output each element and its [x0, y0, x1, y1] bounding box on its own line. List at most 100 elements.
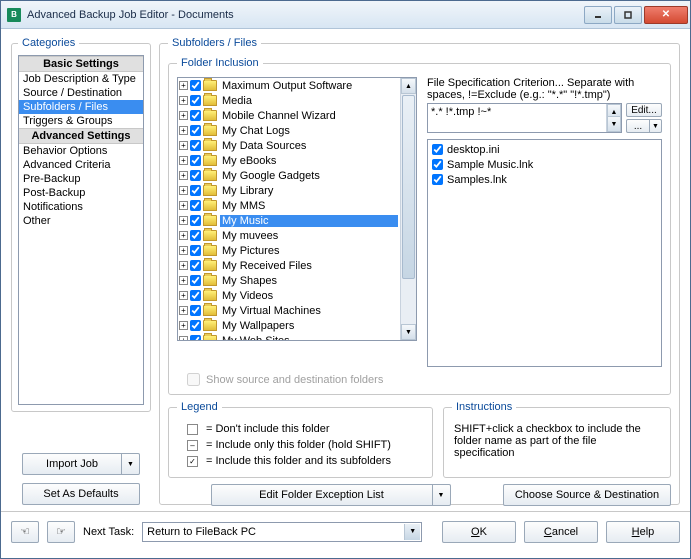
folder-checkbox[interactable]: [190, 245, 201, 256]
tree-row[interactable]: +My Data Sources: [178, 138, 400, 153]
file-checkbox[interactable]: [432, 144, 443, 155]
prev-task-button[interactable]: ☜: [11, 521, 39, 543]
tree-row[interactable]: +My Chat Logs: [178, 123, 400, 138]
titlebar[interactable]: B Advanced Backup Job Editor - Documents…: [1, 1, 690, 29]
tree-row[interactable]: +My Web Sites: [178, 333, 400, 340]
cat-job-description[interactable]: Job Description & Type: [19, 72, 143, 86]
expand-icon[interactable]: +: [179, 231, 188, 240]
folder-checkbox[interactable]: [190, 155, 201, 166]
tree-row[interactable]: +My Shapes: [178, 273, 400, 288]
next-task-select[interactable]: Return to FileBack PC ▼: [142, 522, 422, 542]
cat-triggers-groups[interactable]: Triggers & Groups: [19, 114, 143, 128]
more-criteria-dropdown[interactable]: ▼: [650, 119, 662, 133]
folder-checkbox[interactable]: [190, 320, 201, 331]
expand-icon[interactable]: +: [179, 111, 188, 120]
cat-post-backup[interactable]: Post-Backup: [19, 186, 143, 200]
expand-icon[interactable]: +: [179, 306, 188, 315]
cat-behavior-options[interactable]: Behavior Options: [19, 144, 143, 158]
expand-icon[interactable]: +: [179, 96, 188, 105]
expand-icon[interactable]: +: [179, 186, 188, 195]
tree-row[interactable]: +My Wallpapers: [178, 318, 400, 333]
folder-checkbox[interactable]: [190, 110, 201, 121]
scroll-up-icon[interactable]: ▲: [401, 78, 416, 94]
maximize-button[interactable]: [614, 6, 642, 24]
folder-checkbox[interactable]: [190, 335, 201, 340]
next-task-button[interactable]: ☞: [47, 521, 75, 543]
folder-label: Media: [220, 95, 254, 107]
tree-row[interactable]: +My MMS: [178, 198, 400, 213]
folder-checkbox[interactable]: [190, 200, 201, 211]
folder-checkbox[interactable]: [190, 275, 201, 286]
tree-row[interactable]: +My Received Files: [178, 258, 400, 273]
expand-icon[interactable]: +: [179, 336, 188, 340]
expand-icon[interactable]: +: [179, 141, 188, 150]
choose-source-dest-button[interactable]: Choose Source & Destination: [503, 484, 671, 506]
folder-checkbox[interactable]: [190, 140, 201, 151]
folder-checkbox[interactable]: [190, 95, 201, 106]
expand-icon[interactable]: +: [179, 321, 188, 330]
tree-row[interactable]: +My Virtual Machines: [178, 303, 400, 318]
tree-row[interactable]: + Media: [178, 93, 400, 108]
cancel-button[interactable]: Cancel: [524, 521, 598, 543]
folder-checkbox[interactable]: [190, 80, 201, 91]
cat-advanced-criteria[interactable]: Advanced Criteria: [19, 158, 143, 172]
folder-checkbox[interactable]: [190, 305, 201, 316]
import-job-button[interactable]: Import Job: [22, 453, 122, 475]
tree-row[interactable]: +My muvees: [178, 228, 400, 243]
scroll-thumb[interactable]: [402, 95, 415, 279]
expand-icon[interactable]: +: [179, 81, 188, 90]
folder-checkbox[interactable]: [190, 185, 201, 196]
close-button[interactable]: ✕: [644, 6, 688, 24]
expand-icon[interactable]: +: [179, 261, 188, 270]
expand-icon[interactable]: +: [179, 246, 188, 255]
set-defaults-button[interactable]: Set As Defaults: [22, 483, 140, 505]
folder-tree[interactable]: +Maximum Output Software+Media+Mobile Ch…: [177, 77, 417, 341]
file-checkbox[interactable]: [432, 174, 443, 185]
tree-row[interactable]: +My Music: [178, 213, 400, 228]
tree-scrollbar[interactable]: ▲ ▼: [400, 78, 416, 340]
tree-row[interactable]: +Mobile Channel Wizard: [178, 108, 400, 123]
tree-row[interactable]: +Maximum Output Software: [178, 78, 400, 93]
tree-row[interactable]: +My Videos: [178, 288, 400, 303]
edit-folder-exception-button[interactable]: Edit Folder Exception List: [211, 484, 433, 506]
cat-subfolders-files[interactable]: Subfolders / Files: [19, 100, 143, 114]
file-spec-input[interactable]: *.* !*.tmp !~* ▲ ▼: [427, 103, 622, 133]
more-criteria-button[interactable]: ...: [626, 119, 650, 133]
file-item[interactable]: Samples.lnk: [430, 172, 659, 187]
file-item[interactable]: desktop.ini: [430, 142, 659, 157]
spec-scroll-down-icon[interactable]: ▼: [607, 116, 621, 132]
scroll-down-icon[interactable]: ▼: [401, 324, 416, 340]
expand-icon[interactable]: +: [179, 156, 188, 165]
cat-other[interactable]: Other: [19, 214, 143, 228]
tree-row[interactable]: +My Library: [178, 183, 400, 198]
file-checkbox[interactable]: [432, 159, 443, 170]
cat-notifications[interactable]: Notifications: [19, 200, 143, 214]
tree-row[interactable]: +My Pictures: [178, 243, 400, 258]
expand-icon[interactable]: +: [179, 216, 188, 225]
expand-icon[interactable]: +: [179, 126, 188, 135]
ok-button[interactable]: OK: [442, 521, 516, 543]
tree-row[interactable]: +My eBooks: [178, 153, 400, 168]
file-item[interactable]: Sample Music.lnk: [430, 157, 659, 172]
cat-pre-backup[interactable]: Pre-Backup: [19, 172, 143, 186]
folder-checkbox[interactable]: [190, 170, 201, 181]
edit-folder-exception-dropdown[interactable]: ▼: [433, 484, 451, 506]
folder-checkbox[interactable]: [190, 290, 201, 301]
import-job-dropdown[interactable]: ▼: [122, 453, 140, 475]
folder-checkbox[interactable]: [190, 215, 201, 226]
expand-icon[interactable]: +: [179, 291, 188, 300]
cat-source-destination[interactable]: Source / Destination: [19, 86, 143, 100]
help-button[interactable]: Help: [606, 521, 680, 543]
categories-list[interactable]: Basic Settings Job Description & Type So…: [18, 55, 144, 405]
expand-icon[interactable]: +: [179, 171, 188, 180]
chevron-down-icon[interactable]: ▼: [404, 524, 420, 540]
folder-checkbox[interactable]: [190, 125, 201, 136]
expand-icon[interactable]: +: [179, 276, 188, 285]
edit-criteria-button[interactable]: Edit...: [626, 103, 662, 117]
folder-checkbox[interactable]: [190, 230, 201, 241]
tree-row[interactable]: +My Google Gadgets: [178, 168, 400, 183]
folder-checkbox[interactable]: [190, 260, 201, 271]
expand-icon[interactable]: +: [179, 201, 188, 210]
file-list[interactable]: desktop.iniSample Music.lnkSamples.lnk: [427, 139, 662, 367]
minimize-button[interactable]: [584, 6, 612, 24]
